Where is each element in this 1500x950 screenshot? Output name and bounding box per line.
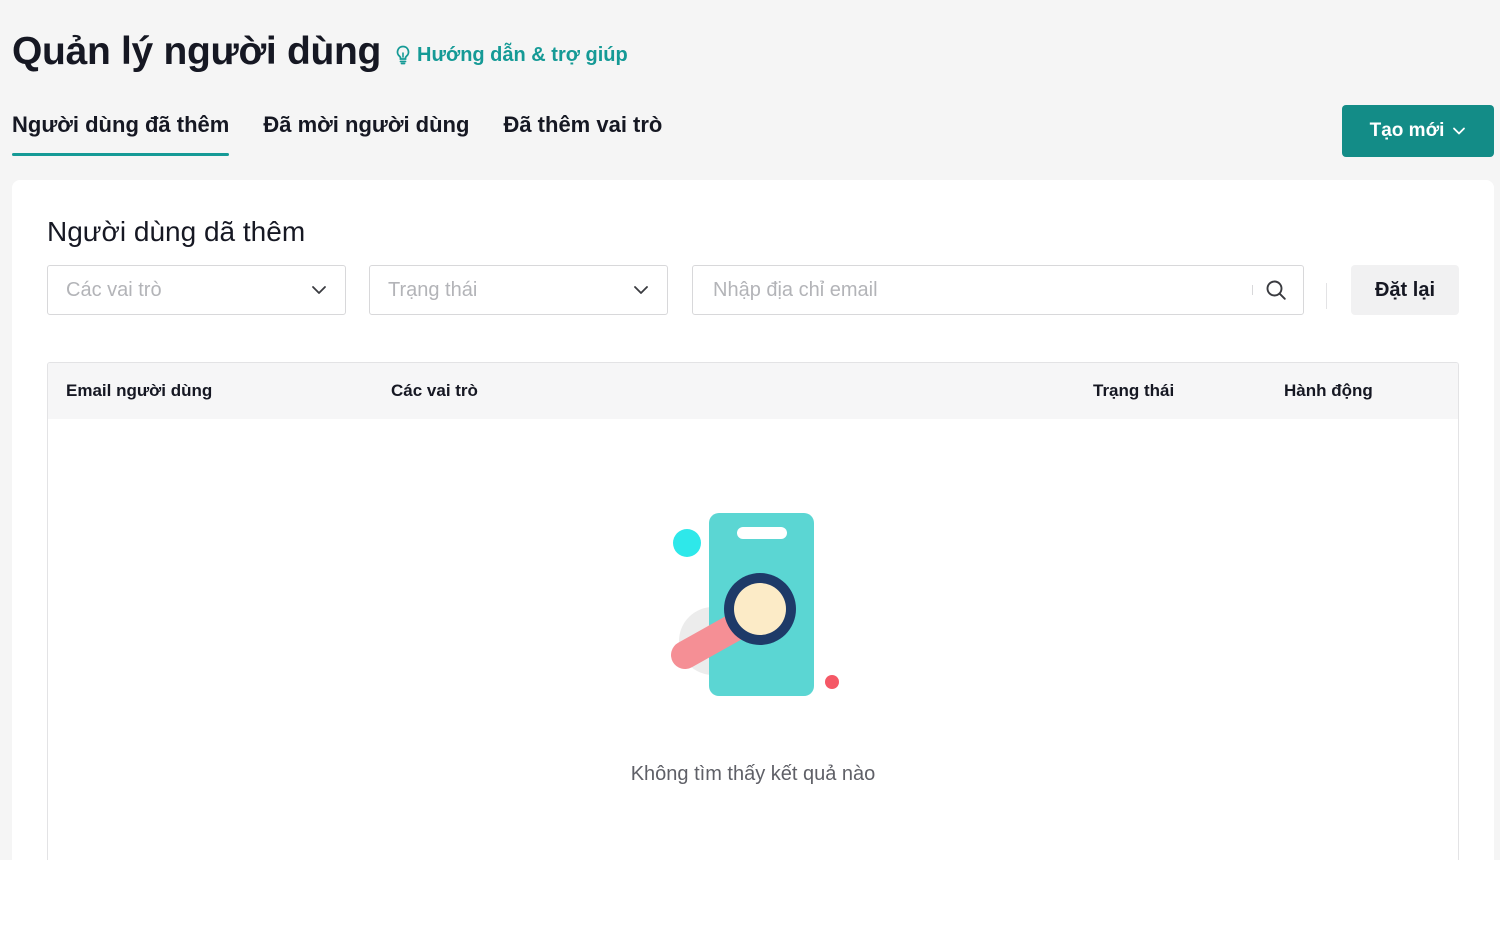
lightbulb-icon	[396, 45, 410, 65]
search-icon[interactable]	[1265, 279, 1287, 301]
reset-button[interactable]: Đặt lại	[1351, 265, 1459, 315]
card-title: Người dùng dã thêm	[47, 216, 306, 247]
status-select-placeholder: Trạng thái	[388, 278, 478, 301]
roles-select-placeholder: Các vai trò	[66, 278, 162, 301]
column-header-email: Email người dùng	[66, 381, 213, 400]
chevron-down-icon	[312, 286, 326, 294]
tab-added-users[interactable]: Người dùng đã thêm	[12, 112, 230, 156]
phone-magnifier-illustration	[671, 513, 839, 696]
create-new-button[interactable]: Tạo mới	[1342, 105, 1494, 157]
page-header: Quản lý người dùng Hướng dẫn & trợ giúp	[12, 30, 628, 74]
filter-divider	[1326, 283, 1327, 309]
roles-select[interactable]: Các vai trò	[47, 265, 346, 315]
chevron-down-icon	[634, 286, 648, 294]
help-link-label: Hướng dẫn & trợ giúp	[417, 43, 628, 66]
chevron-down-icon	[1453, 127, 1466, 135]
create-new-label: Tạo mới	[1369, 120, 1445, 141]
table-header: Email người dùng Các vai trò Trạng thái …	[48, 363, 1458, 419]
app-window: Quản lý người dùng Hướng dẫn & trợ giúp …	[0, 0, 1500, 860]
empty-state-message: Không tìm thấy kết quả nào	[630, 763, 876, 785]
tab-invited-users[interactable]: Đã mời người dùng	[263, 112, 469, 156]
column-header-status: Trạng thái	[1093, 381, 1175, 400]
status-select[interactable]: Trạng thái	[369, 265, 668, 315]
page-title: Quản lý người dùng	[12, 30, 382, 73]
tab-added-roles[interactable]: Đã thêm vai trò	[503, 112, 662, 156]
users-card: Người dùng dã thêm Các vai trò Trạng thá…	[12, 180, 1494, 860]
help-link[interactable]: Hướng dẫn & trợ giúp	[395, 44, 628, 67]
column-header-roles: Các vai trò	[391, 381, 478, 400]
email-search-input[interactable]	[711, 277, 1252, 303]
users-table: Email người dùng Các vai trò Trạng thái …	[47, 362, 1459, 860]
empty-state: Không tìm thấy kết quả nào	[48, 419, 1458, 860]
column-header-actions: Hành động	[1284, 381, 1373, 400]
search-separator	[1252, 285, 1253, 295]
email-search-box	[692, 265, 1304, 315]
tab-bar: Người dùng đã thêm Đã mời người dùng Đã …	[12, 112, 696, 156]
